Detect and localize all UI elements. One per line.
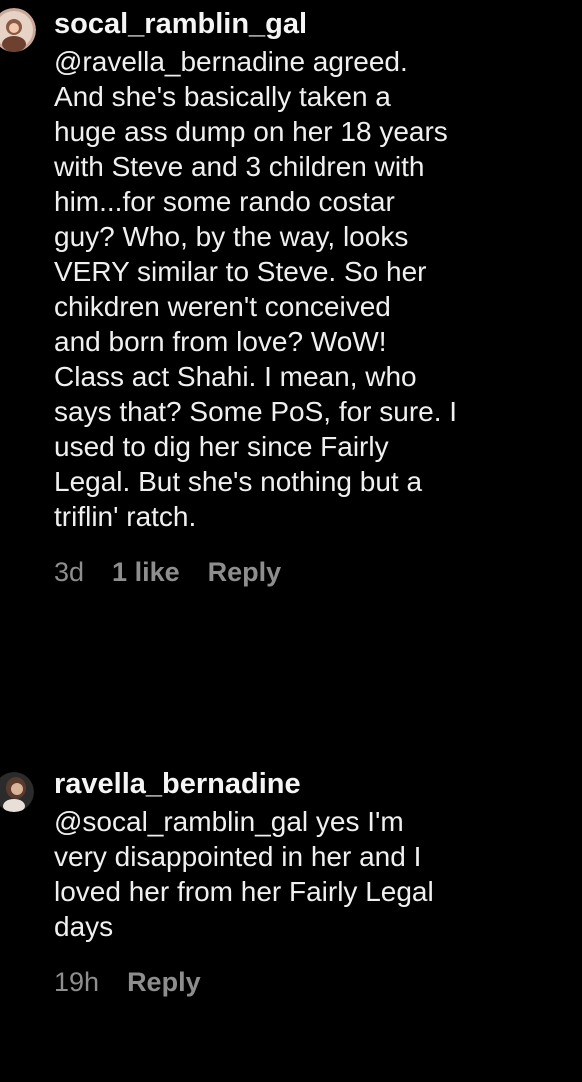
comment-text-line: And she's basically taken a	[54, 81, 391, 112]
comment-text: @ravella_bernadine agreed. And she's bas…	[54, 44, 578, 534]
user-avatar-icon	[0, 772, 34, 812]
comment-text-line: Class act Shahi. I mean, who	[54, 361, 417, 392]
comment-text-line: loved her from her Fairly Legal	[54, 876, 434, 907]
comment-text: @socal_ramblin_gal yes I'm very disappoi…	[54, 804, 578, 944]
timestamp: 3d	[54, 557, 85, 587]
username[interactable]: ravella_bernadine	[54, 766, 578, 802]
reply-button[interactable]: Reply	[208, 556, 282, 588]
timestamp: 19h	[54, 967, 100, 997]
comment-text-line: chikdren weren't conceived	[54, 291, 391, 322]
comment-text-line: used to dig her since Fairly	[54, 431, 389, 462]
reply-button[interactable]: Reply	[127, 966, 201, 998]
comment-text-line: guy? Who, by the way, looks	[54, 221, 409, 252]
comment-text-line: says that? Some PoS, for sure. I	[54, 396, 458, 427]
avatar[interactable]	[0, 8, 36, 52]
comment-text-line: @socal_ramblin_gal yes I'm	[54, 806, 404, 837]
comment-text-line: @ravella_bernadine agreed.	[54, 46, 408, 77]
comment-text-line: VERY similar to Steve. So her	[54, 256, 427, 287]
comment-meta: 19h Reply	[54, 966, 578, 998]
comment-text-line: with Steve and 3 children with	[54, 151, 425, 182]
likes-count[interactable]: 1 like	[112, 556, 180, 588]
avatar[interactable]	[0, 772, 34, 812]
comment-text-line: Legal. But she's nothing but a	[54, 466, 423, 497]
comment-meta: 3d 1 like Reply	[54, 556, 578, 588]
comment-text-line: days	[54, 911, 114, 942]
comment-text-line: and born from love? WoW!	[54, 326, 387, 357]
comment-text-line: him...for some rando costar	[54, 186, 395, 217]
comment-text-line: very disappointed in her and I	[54, 841, 422, 872]
comment-text-line: triflin' ratch.	[54, 501, 197, 532]
username[interactable]: socal_ramblin_gal	[54, 6, 578, 42]
comment-text-line: huge ass dump on her 18 years	[54, 116, 448, 147]
user-avatar-icon	[0, 8, 36, 52]
